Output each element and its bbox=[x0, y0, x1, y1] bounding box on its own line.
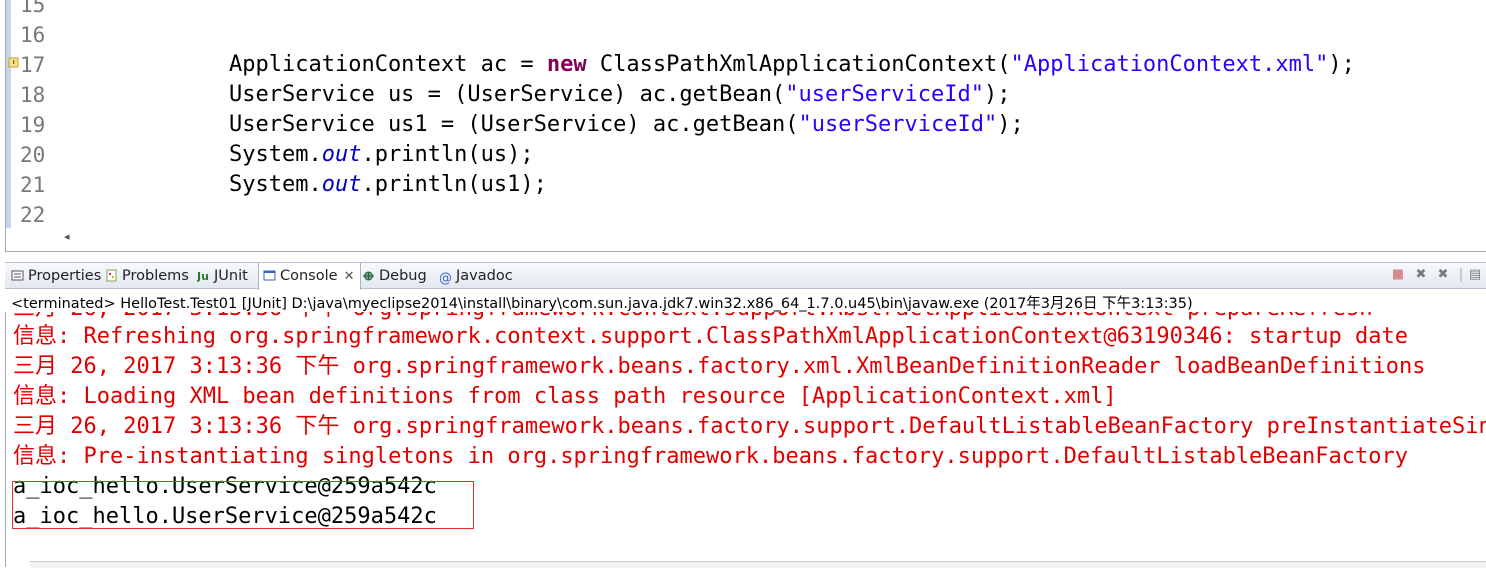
line-number: 19 bbox=[20, 113, 46, 137]
code-token: UserService us = (UserService) ac.getBea… bbox=[229, 82, 786, 107]
line-number: 16 bbox=[20, 23, 46, 47]
view-tab-bar: Properties Problems Ju JUnit Console ✕ Deb… bbox=[5, 262, 1486, 290]
console-line: 三月 26, 2017 3:13:36 下午 org.springframewo… bbox=[13, 354, 1426, 379]
line-number: 22 bbox=[20, 203, 46, 227]
code-token: out bbox=[321, 142, 362, 167]
code-line[interactable]: ApplicationContext ac = new ClassPathXml… bbox=[229, 50, 1355, 80]
problems-icon bbox=[106, 269, 117, 282]
code-token: ); bbox=[997, 112, 1024, 137]
code-token: UserService us1 = (UserService) ac.getBe… bbox=[229, 112, 799, 137]
code-line[interactable]: System.out.println(us1); bbox=[229, 170, 547, 200]
tab-junit[interactable]: Ju JUnit bbox=[197, 263, 248, 289]
tab-label: Javadoc bbox=[456, 268, 513, 284]
remove-all-terminated-icon[interactable]: ✖ bbox=[1436, 268, 1450, 282]
editor-gutter bbox=[6, 0, 11, 228]
code-token: "userServiceId" bbox=[798, 112, 998, 137]
close-icon[interactable]: ✕ bbox=[344, 269, 355, 284]
code-token: "ApplicationContext.xml" bbox=[1010, 52, 1329, 77]
tab-label: Properties bbox=[28, 268, 102, 284]
junit-icon: Ju bbox=[197, 270, 209, 282]
properties-icon bbox=[11, 270, 24, 281]
code-token: ); bbox=[1328, 52, 1355, 77]
code-token: out bbox=[321, 172, 362, 197]
code-line[interactable]: UserService us = (UserService) ac.getBea… bbox=[229, 80, 1010, 110]
remove-launch-icon[interactable]: ✖ bbox=[1414, 268, 1428, 282]
code-token: System. bbox=[229, 172, 322, 197]
tab-label: JUnit bbox=[214, 268, 248, 284]
scroll-left-arrow-icon[interactable]: ◂ bbox=[64, 230, 70, 243]
highlight-box bbox=[12, 481, 474, 529]
tab-problems[interactable]: Problems bbox=[105, 263, 189, 289]
code-token: ApplicationContext ac = bbox=[229, 52, 547, 77]
svg-text:Ju: Ju bbox=[197, 270, 209, 282]
tab-properties[interactable]: Properties bbox=[11, 263, 101, 289]
tab-label: Debug bbox=[379, 268, 427, 284]
terminate-icon[interactable]: ■ bbox=[1391, 268, 1405, 282]
tab-debug[interactable]: Debug bbox=[362, 263, 427, 289]
code-token: .println(us1); bbox=[361, 172, 547, 197]
tab-label: Problems bbox=[122, 268, 189, 284]
console-line: 信息: Pre-instantiating singletons in org.… bbox=[13, 444, 1409, 469]
code-token: .println(us); bbox=[361, 142, 534, 167]
code-token: ClassPathXmlApplicationContext( bbox=[586, 52, 1011, 77]
console-status: <terminated> HelloTest.Test01 [JUnit] D:… bbox=[11, 296, 1193, 312]
console-line: 信息: Loading XML bean definitions from cl… bbox=[13, 384, 1117, 409]
separator: | bbox=[1458, 267, 1464, 282]
code-token: "userServiceId" bbox=[785, 82, 984, 107]
line-number: 18 bbox=[20, 83, 46, 107]
editor-horizontal-scrollbar[interactable] bbox=[58, 228, 1486, 248]
code-line[interactable]: UserService us1 = (UserService) ac.getBe… bbox=[229, 110, 1024, 140]
code-token: System. bbox=[229, 142, 322, 167]
tab-console[interactable]: Console ✕ bbox=[258, 263, 362, 290]
new-console-icon[interactable]: ▤ bbox=[1468, 268, 1482, 282]
console-line: 三月 26, 2017 3:13:36 下午 org.springframewo… bbox=[13, 414, 1486, 439]
console-icon bbox=[263, 270, 276, 281]
javadoc-icon: @ bbox=[439, 271, 452, 286]
code-line[interactable]: System.out.println(us); bbox=[229, 140, 534, 170]
console-line: 信息: Refreshing org.springframework.conte… bbox=[13, 324, 1409, 349]
line-number: 17 bbox=[20, 53, 46, 77]
tab-javadoc[interactable]: @ Javadoc bbox=[439, 263, 513, 289]
debug-icon bbox=[363, 271, 374, 281]
tab-label: Console bbox=[280, 268, 338, 284]
console-output[interactable]: 三月 26, 2017 3:13:36 下午 org.springframewo… bbox=[5, 312, 1486, 567]
line-number: 15 bbox=[20, 0, 46, 17]
line-number: 21 bbox=[20, 173, 46, 197]
code-editor[interactable]: 15 16 17 ApplicationContext ac = new ClassP… bbox=[0, 0, 1486, 253]
warning-icon bbox=[8, 57, 19, 68]
code-token: ); bbox=[983, 82, 1011, 107]
code-token: new bbox=[546, 52, 587, 77]
line-number: 20 bbox=[20, 143, 46, 167]
